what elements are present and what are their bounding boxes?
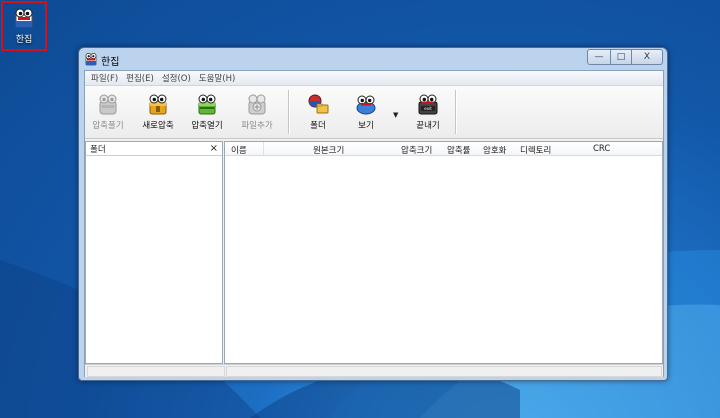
column-ratio[interactable]: 압축률 bbox=[447, 144, 470, 156]
folder-pane-header: 폴더 × bbox=[86, 142, 222, 156]
file-list-header: 이름 원본크기 압축크기 압축률 암호화 디렉토리 CRC bbox=[225, 142, 662, 156]
column-encryption[interactable]: 암호화 bbox=[483, 144, 506, 156]
toolbar: 압축풀기 새로압축 압축열기 파일추가 폴더 보기 ▼ exit 끝내기 bbox=[85, 86, 663, 139]
new-archive-icon bbox=[149, 94, 167, 115]
add-file-label: 파일추가 bbox=[241, 121, 273, 131]
view-dropdown-arrow-icon[interactable]: ▼ bbox=[393, 111, 398, 119]
exit-label: 끝내기 bbox=[416, 121, 440, 131]
toolbar-separator bbox=[288, 90, 290, 134]
view-icon bbox=[356, 95, 376, 115]
toolbar-separator-end bbox=[455, 90, 457, 134]
menu-file[interactable]: 파일(F) bbox=[87, 72, 122, 84]
status-bar bbox=[85, 364, 663, 377]
menu-settings[interactable]: 설정(O) bbox=[158, 72, 195, 84]
menu-help[interactable]: 도움말(H) bbox=[195, 72, 239, 84]
folder-tree-pane[interactable]: 폴더 × bbox=[85, 141, 223, 364]
svg-text:exit: exit bbox=[424, 106, 432, 111]
open-archive-label: 압축열기 bbox=[191, 121, 223, 131]
folder-label: 폴더 bbox=[310, 121, 326, 131]
column-compressed-size[interactable]: 압축크기 bbox=[401, 144, 432, 156]
desktop-icon-hanzip[interactable]: 한집 bbox=[1, 1, 47, 51]
minimize-icon: — bbox=[594, 52, 604, 62]
column-crc[interactable]: CRC bbox=[593, 144, 610, 154]
status-cell-right bbox=[226, 366, 662, 377]
maximize-icon: □ bbox=[616, 52, 626, 62]
folder-pane-title: 폴더 bbox=[90, 144, 106, 155]
title-bar[interactable]: 한집 — □ X bbox=[79, 48, 667, 70]
hanzip-app-icon bbox=[15, 8, 33, 28]
folder-icon bbox=[308, 94, 329, 114]
view-label: 보기 bbox=[358, 121, 374, 131]
extract-icon bbox=[99, 94, 117, 115]
column-separator[interactable] bbox=[263, 142, 264, 155]
minimize-button[interactable]: — bbox=[587, 49, 611, 65]
add-file-icon bbox=[248, 94, 266, 115]
extract-label: 압축풀기 bbox=[92, 121, 124, 131]
hanzip-window: 한집 — □ X 파일(F) 편집(E) 설정(O) 도움말(H) 압축풀기 새… bbox=[78, 47, 668, 381]
window-client-area: 파일(F) 편집(E) 설정(O) 도움말(H) 압축풀기 새로압축 압축열기 … bbox=[84, 70, 664, 377]
add-file-button[interactable]: 파일추가 bbox=[234, 92, 280, 134]
folder-button[interactable]: 폴더 bbox=[295, 92, 341, 134]
folder-pane-close-icon[interactable]: × bbox=[210, 143, 218, 154]
extract-button[interactable]: 압축풀기 bbox=[85, 92, 131, 134]
new-archive-button[interactable]: 새로압축 bbox=[135, 92, 181, 134]
close-icon: X bbox=[643, 52, 651, 62]
exit-icon: exit bbox=[418, 94, 438, 115]
status-cell-left bbox=[87, 366, 225, 377]
column-name[interactable]: 이름 bbox=[231, 144, 247, 156]
desktop-icon-label: 한집 bbox=[15, 35, 33, 45]
view-button[interactable]: 보기 bbox=[343, 92, 389, 134]
menu-bar: 파일(F) 편집(E) 설정(O) 도움말(H) bbox=[85, 71, 663, 86]
column-original-size[interactable]: 원본크기 bbox=[313, 144, 344, 156]
new-archive-label: 새로압축 bbox=[142, 121, 174, 131]
open-archive-icon bbox=[198, 94, 216, 115]
maximize-button[interactable]: □ bbox=[610, 49, 632, 65]
close-button[interactable]: X bbox=[631, 49, 663, 65]
window-title: 한집 bbox=[101, 57, 120, 68]
hanzip-title-icon bbox=[85, 53, 97, 66]
menu-edit[interactable]: 편집(E) bbox=[122, 72, 158, 84]
exit-button[interactable]: exit 끝내기 bbox=[405, 92, 451, 134]
column-directory[interactable]: 디렉토리 bbox=[520, 144, 551, 156]
open-archive-button[interactable]: 압축열기 bbox=[184, 92, 230, 134]
file-list-pane[interactable]: 이름 원본크기 압축크기 압축률 암호화 디렉토리 CRC bbox=[224, 141, 663, 364]
